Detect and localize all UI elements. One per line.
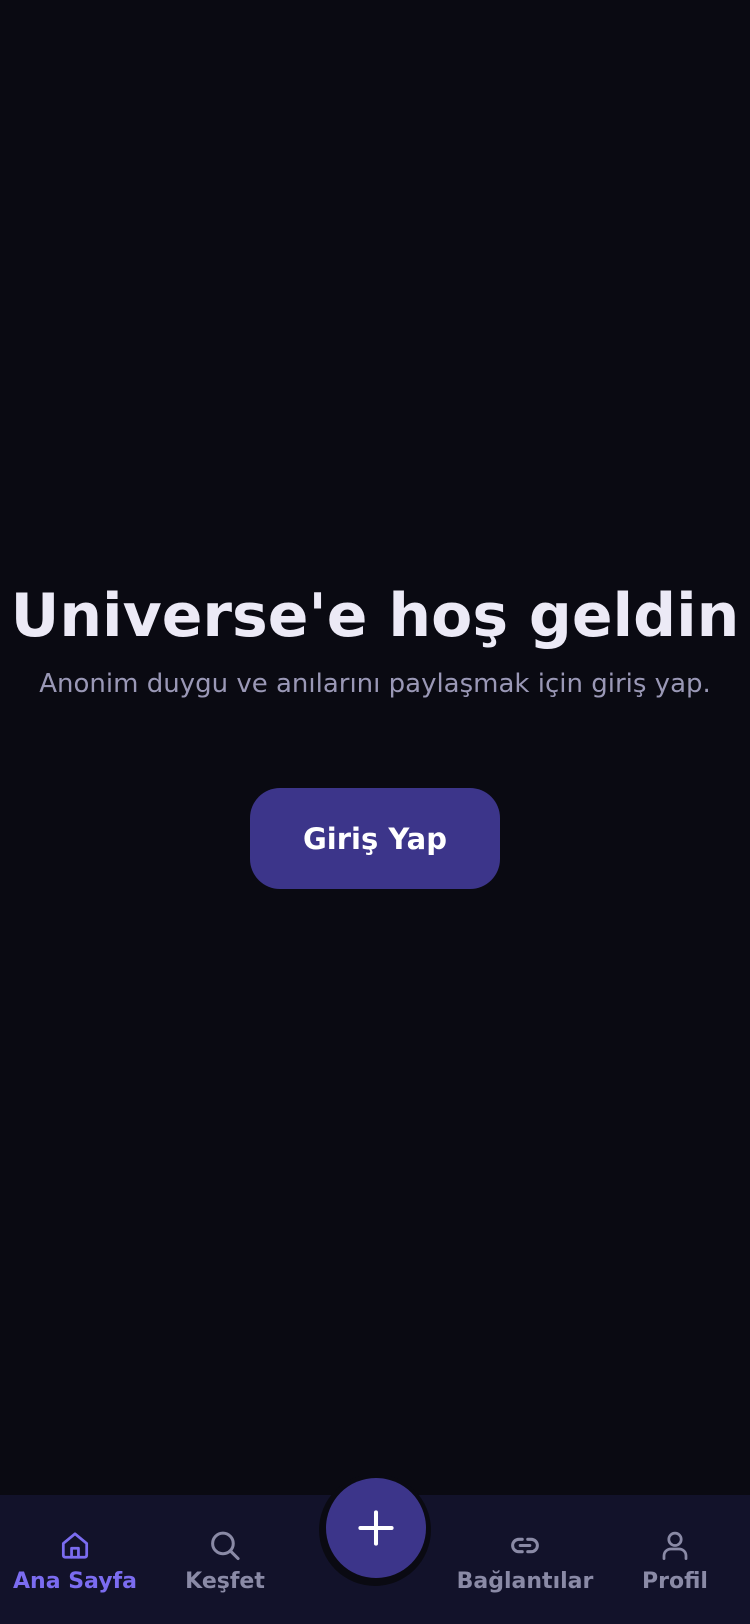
search-icon (211, 1531, 240, 1561)
create-post-button[interactable] (326, 1478, 426, 1578)
welcome-section: Universe'e hoş geldin Anonim duygu ve an… (0, 580, 750, 702)
login-button[interactable]: Giriş Yap (250, 788, 500, 889)
welcome-subtitle: Anonim duygu ve anılarını paylaşmak için… (39, 669, 711, 699)
app-screen: Universe'e hoş geldin Anonim duygu ve an… (0, 0, 750, 1624)
user-icon (662, 1531, 688, 1560)
tab-home-label: Ana Sayfa (13, 1569, 137, 1593)
link-icon (511, 1537, 539, 1554)
tab-home[interactable]: Ana Sayfa (0, 1495, 150, 1593)
tab-explore[interactable]: Keşfet (150, 1495, 300, 1593)
tab-explore-label: Keşfet (185, 1569, 265, 1593)
tab-profile-label: Profil (642, 1569, 708, 1593)
tab-links[interactable]: Bağlantılar (450, 1495, 600, 1593)
tab-links-label: Bağlantılar (456, 1569, 594, 1593)
home-icon (61, 1532, 89, 1559)
tab-profile[interactable]: Profil (600, 1495, 750, 1593)
plus-icon (358, 1510, 394, 1546)
welcome-title: Universe'e hoş geldin (10, 581, 740, 651)
